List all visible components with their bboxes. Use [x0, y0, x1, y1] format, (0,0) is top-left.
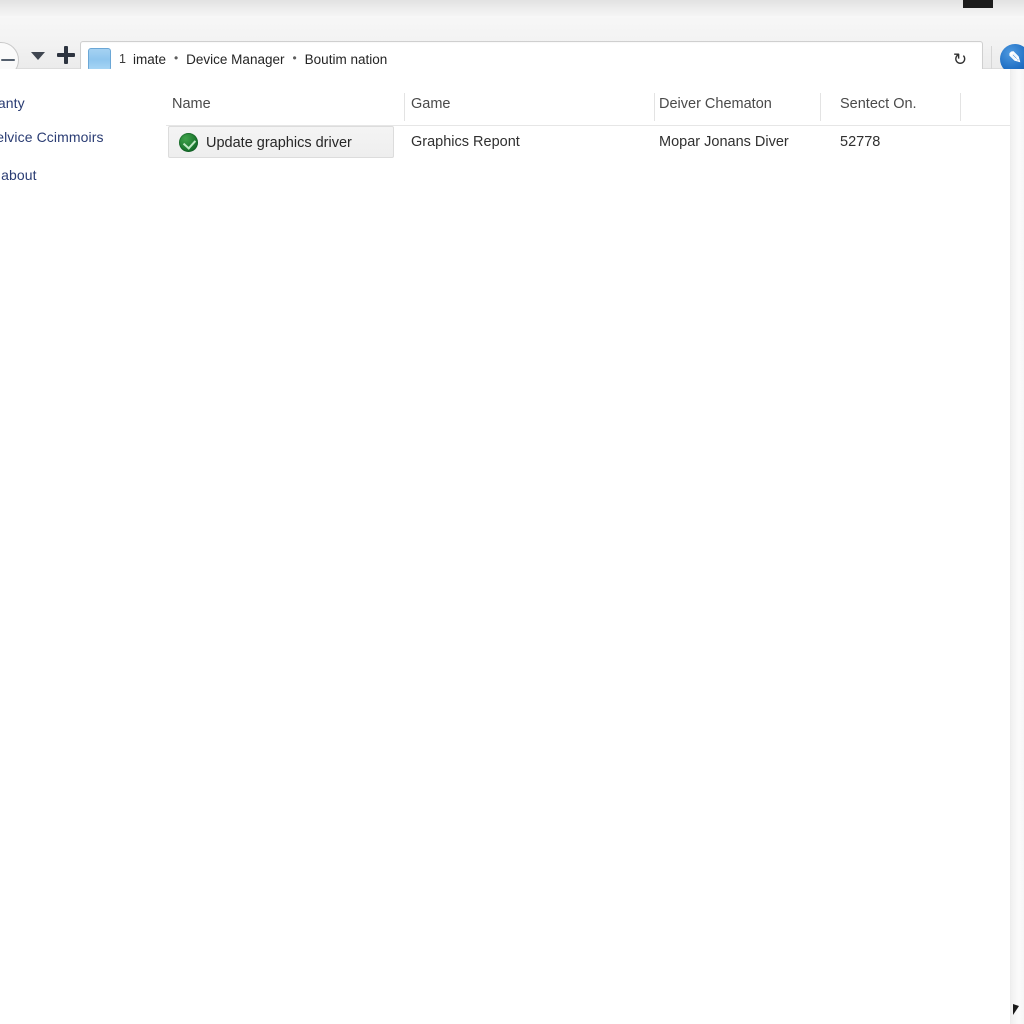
column-divider-3[interactable]: [820, 93, 821, 121]
app-window: 1 imate • Device Manager • Boutim nation…: [0, 0, 1024, 1024]
new-tab-plus-icon[interactable]: [57, 46, 75, 64]
breadcrumb-item-1[interactable]: Device Manager: [186, 52, 284, 67]
column-header-detected-on[interactable]: Sentect On.: [840, 89, 917, 125]
refresh-icon[interactable]: ↻: [950, 50, 970, 70]
table-row[interactable]: Update graphics driver Graphics Repont M…: [166, 125, 1024, 159]
breadcrumb-index: 1: [119, 52, 126, 66]
chevron-down-icon[interactable]: [31, 52, 45, 60]
page-content: ntanty Delvice Ccimmoirs le about Name G…: [0, 69, 1024, 1024]
column-header-name[interactable]: Name: [172, 89, 211, 125]
row-game-cell: Graphics Repont: [411, 134, 520, 150]
sidebar-item-device-drivers[interactable]: Delvice Ccimmoirs: [0, 129, 104, 145]
folder-icon: [88, 48, 111, 71]
breadcrumb-separator-1: •: [292, 51, 297, 65]
breadcrumb-separator-0: •: [173, 51, 179, 65]
browser-toolbar: 1 imate • Device Manager • Boutim nation…: [0, 16, 1024, 78]
vertical-scrollbar[interactable]: [1010, 69, 1024, 1024]
sidebar: ntanty Delvice Ccimmoirs le about: [0, 69, 166, 1024]
sidebar-item-warranty[interactable]: ntanty: [0, 95, 25, 111]
row-driver-cell: Mopar Jonans Diver: [659, 134, 789, 150]
row-detected-on-cell: 52778: [840, 134, 881, 150]
back-icon: [1, 59, 15, 61]
column-divider-2[interactable]: [654, 93, 655, 121]
window-titlebar: [0, 0, 1024, 16]
update-graphics-driver-button[interactable]: Update graphics driver: [168, 126, 394, 158]
table-header-row: Name Game Deiver Chematon Sentect On.: [166, 89, 1024, 126]
breadcrumb-item-2[interactable]: Boutim nation: [305, 52, 388, 67]
column-header-game[interactable]: Game: [411, 89, 451, 125]
mouse-cursor: [1013, 1004, 1019, 1015]
column-divider-1[interactable]: [404, 93, 405, 121]
window-maximize-button[interactable]: [963, 0, 993, 8]
breadcrumb-item-0[interactable]: imate: [133, 52, 166, 67]
row-name-label: Update graphics driver: [206, 135, 352, 151]
green-update-icon: [179, 133, 198, 152]
column-header-driver-information[interactable]: Deiver Chematon: [659, 89, 772, 125]
sidebar-item-about[interactable]: le about: [0, 167, 37, 183]
drivers-table: Name Game Deiver Chematon Sentect On. Up…: [166, 69, 1024, 1024]
column-divider-4[interactable]: [960, 93, 961, 121]
